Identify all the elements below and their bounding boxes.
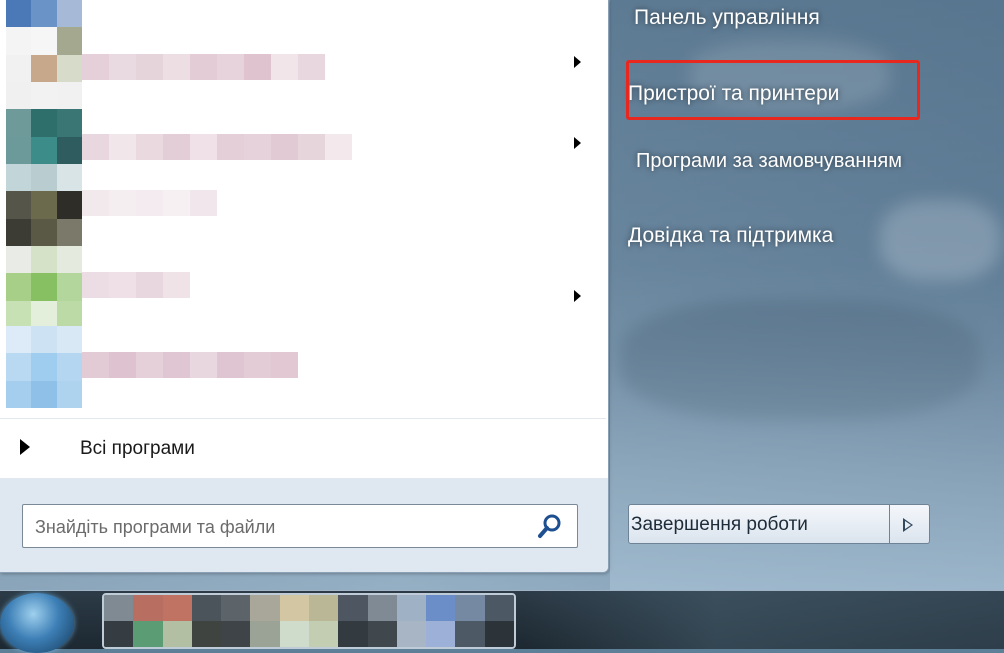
program-label: [82, 272, 190, 298]
search-input[interactable]: [33, 513, 517, 541]
help-and-support-link[interactable]: Довідка та підтримка: [628, 224, 833, 248]
program-label: [82, 134, 352, 160]
program-icon: [6, 0, 82, 82]
program-item[interactable]: [0, 246, 600, 328]
program-icon: [6, 326, 82, 408]
search-area: [0, 478, 608, 572]
taskbar-app-button[interactable]: [102, 593, 516, 649]
start-menu: Всі програми Панель управління Пристрої …: [0, 0, 1004, 590]
default-programs-link[interactable]: Програми за замовчуванням: [636, 150, 902, 173]
program-icon: [6, 246, 82, 328]
program-item[interactable]: [0, 164, 600, 246]
windows-start-icon[interactable]: [0, 593, 74, 653]
start-menu-left-pane: Всі програми: [0, 0, 609, 573]
control-panel-link[interactable]: Панель управління: [634, 6, 820, 30]
program-label: [82, 190, 217, 216]
program-icon: [6, 82, 82, 164]
program-icon: [6, 164, 82, 246]
submenu-arrow-icon[interactable]: [574, 290, 581, 302]
all-programs-button[interactable]: Всі програми: [0, 418, 606, 479]
taskbar-tray: [524, 591, 1004, 649]
search-icon[interactable]: [535, 511, 565, 541]
submenu-arrow-icon[interactable]: [574, 56, 581, 68]
shutdown-options-button[interactable]: [890, 504, 930, 544]
program-item[interactable]: [0, 0, 600, 82]
taskbar: [0, 590, 1004, 653]
highlight-annotation: [626, 60, 920, 120]
shutdown-group: Завершення роботи: [628, 504, 930, 546]
submenu-arrow-icon[interactable]: [574, 137, 581, 149]
program-label: [82, 352, 298, 378]
program-label: [82, 54, 325, 80]
all-programs-arrow-icon: [20, 439, 30, 455]
play-arrow-icon: [903, 518, 913, 532]
search-box[interactable]: [22, 504, 578, 548]
program-item[interactable]: [0, 82, 600, 164]
all-programs-label: Всі програми: [80, 438, 195, 459]
shutdown-button[interactable]: Завершення роботи: [628, 504, 890, 544]
program-item[interactable]: [0, 326, 600, 408]
